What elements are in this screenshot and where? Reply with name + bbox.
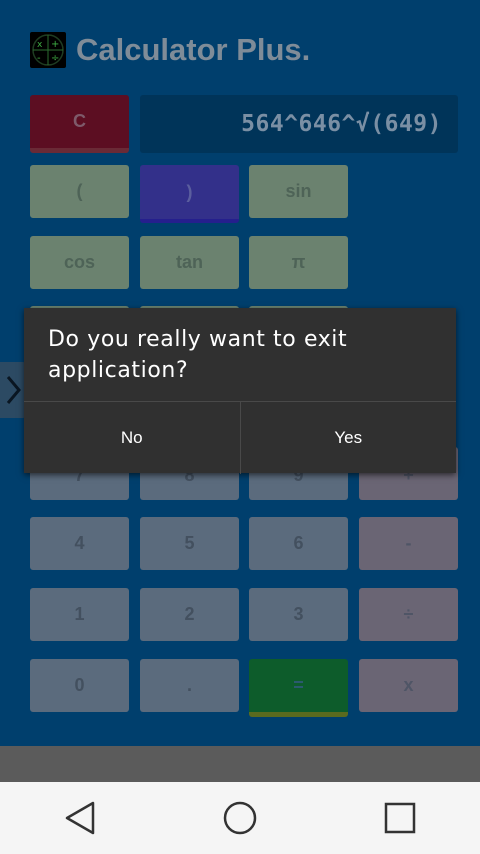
digit-2-button[interactable]: 2: [140, 588, 239, 641]
clear-button[interactable]: C: [30, 95, 129, 153]
exit-dialog: Do you really want to exit application? …: [24, 308, 456, 474]
digit-0-button[interactable]: 0: [30, 659, 129, 712]
app-title: Calculator Plus.: [76, 32, 311, 67]
back-button[interactable]: [50, 788, 110, 848]
svg-text:-: -: [37, 53, 41, 64]
close-paren-button[interactable]: ): [140, 165, 239, 223]
drawer-handle[interactable]: [0, 362, 26, 418]
svg-text:÷: ÷: [51, 53, 59, 64]
minus-button[interactable]: -: [359, 517, 458, 570]
digit-1-button[interactable]: 1: [30, 588, 129, 641]
sin-button[interactable]: sin: [249, 165, 348, 218]
pi-button[interactable]: π: [249, 236, 348, 289]
dialog-message: Do you really want to exit application?: [48, 327, 348, 383]
calculator-logo-icon: x + - ÷: [30, 32, 66, 68]
svg-text:+: +: [51, 39, 59, 50]
open-paren-button[interactable]: (: [30, 165, 129, 218]
cos-button[interactable]: cos: [30, 236, 129, 289]
home-button[interactable]: [210, 788, 270, 848]
recents-button[interactable]: [370, 788, 430, 848]
recents-icon: [384, 802, 416, 834]
no-button[interactable]: No: [24, 402, 240, 474]
app-header: x + - ÷ Calculator Plus.: [30, 30, 310, 70]
tan-button[interactable]: tan: [140, 236, 239, 289]
back-icon: [65, 801, 95, 835]
svg-text:x: x: [37, 40, 43, 50]
system-nav-bar: [0, 782, 480, 854]
digit-6-button[interactable]: 6: [249, 517, 348, 570]
yes-button[interactable]: Yes: [239, 402, 457, 474]
equals-button[interactable]: =: [249, 659, 348, 717]
dialog-actions: No Yes: [24, 401, 456, 474]
chevron-right-icon: [6, 376, 21, 404]
home-icon: [223, 801, 257, 835]
digit-4-button[interactable]: 4: [30, 517, 129, 570]
decimal-button[interactable]: .: [140, 659, 239, 712]
divide-button[interactable]: ÷: [359, 588, 458, 641]
digit-3-button[interactable]: 3: [249, 588, 348, 641]
digit-5-button[interactable]: 5: [140, 517, 239, 570]
expression-display: 564^646^√(649): [140, 95, 458, 153]
multiply-button[interactable]: x: [359, 659, 458, 712]
